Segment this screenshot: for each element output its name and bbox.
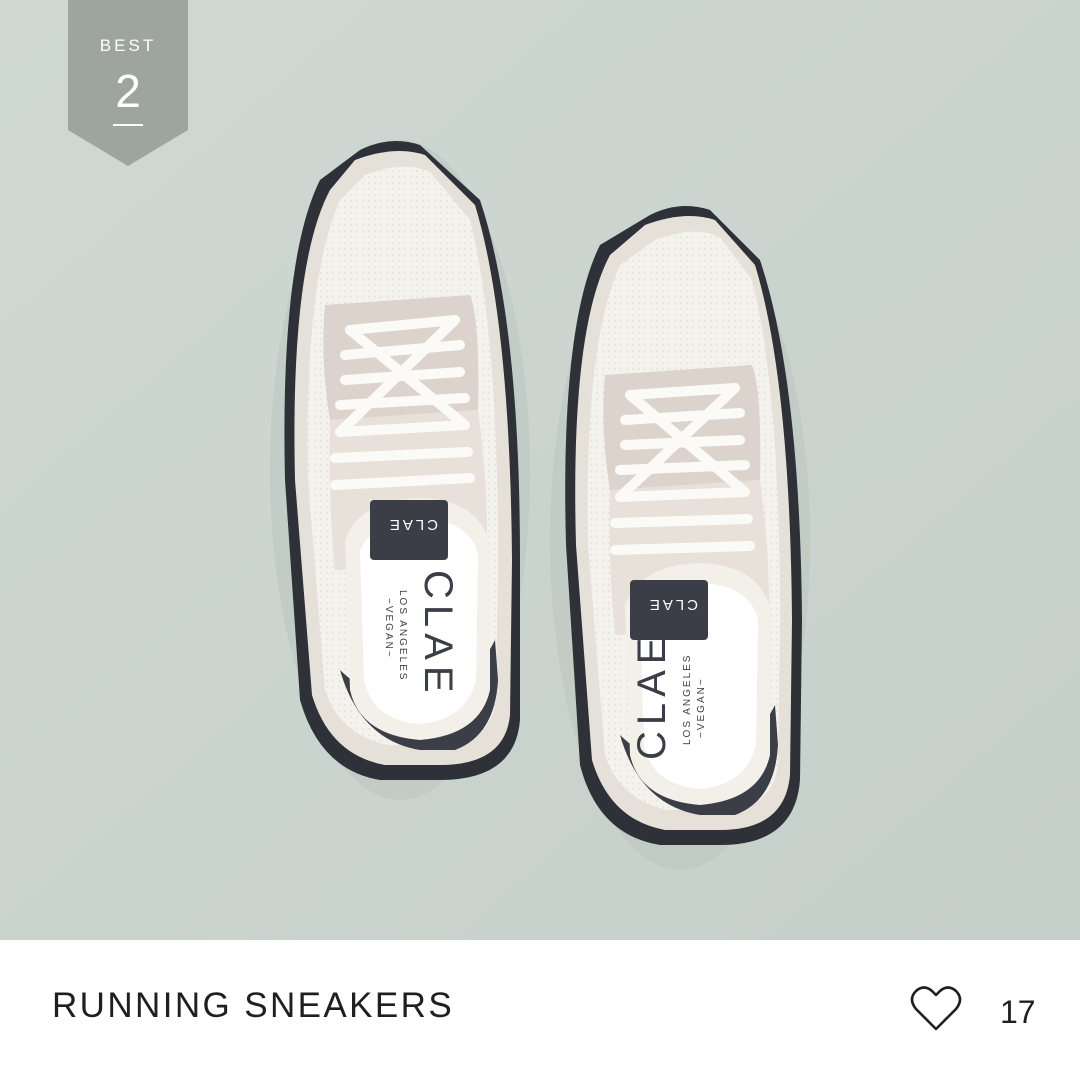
left-insole-vegan: ~VEGAN~ — [383, 598, 394, 659]
badge-label: BEST — [99, 36, 157, 55]
left-insole-sub: LOS ANGELES — [397, 590, 408, 681]
product-card[interactable]: CLAE LOS ANGELES ~VEGAN~ CLAE LOS ANGELE… — [0, 0, 1080, 1080]
like-count: 17 — [1000, 994, 1036, 1030]
badge-rank: 2 — [115, 65, 141, 117]
product-title[interactable]: RUNNING SNEAKERS — [52, 986, 454, 1026]
right-shoe — [565, 206, 802, 845]
heart-outline-icon — [910, 986, 962, 1031]
right-insole-vegan: ~VEGAN~ — [696, 677, 707, 738]
left-tongue-tag-text: CLAE — [387, 516, 438, 533]
right-insole-sub: LOS ANGELES — [682, 654, 693, 745]
right-tongue-tag-text: CLAE — [647, 596, 698, 613]
product-info-bar: RUNNING SNEAKERS 17 — [0, 940, 1080, 1080]
right-insole-brand: CLAE — [630, 632, 674, 761]
badge-divider — [113, 124, 143, 126]
like-button[interactable]: 17 — [900, 978, 1040, 1042]
left-insole-brand: CLAE — [416, 570, 460, 699]
left-shoe — [284, 141, 520, 780]
rank-badge: BEST 2 — [68, 0, 188, 166]
